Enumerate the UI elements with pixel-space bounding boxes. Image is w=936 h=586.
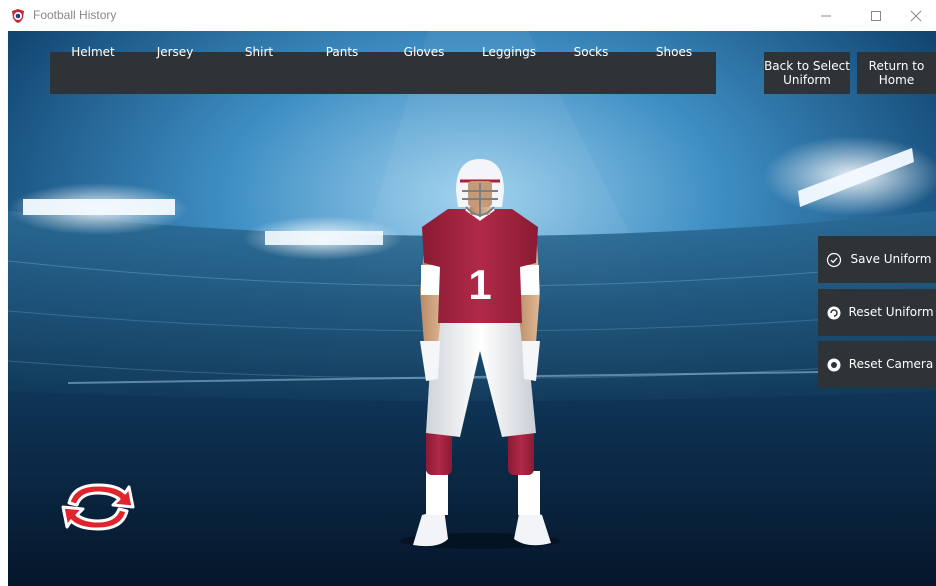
close-icon <box>910 10 922 22</box>
tab-leggings[interactable]: Leggings <box>468 31 550 73</box>
rotate-arrows-icon[interactable] <box>55 477 141 537</box>
reset-camera-button[interactable]: Reset Camera <box>818 341 936 388</box>
camera-reset-icon <box>827 358 841 372</box>
tab-socks[interactable]: Socks <box>550 31 632 73</box>
reset-camera-label: Reset Camera <box>848 357 934 371</box>
maximize-button[interactable] <box>856 0 896 31</box>
reset-uniform-button[interactable]: Reset Uniform <box>818 289 936 336</box>
uniform-viewport[interactable]: 1 Helmet Jersey Shirt Pants Gloves Leggi… <box>8 31 936 586</box>
back-to-select-uniform-button[interactable]: Back to Select Uniform <box>764 52 850 94</box>
tab-helmet[interactable]: Helmet <box>50 31 136 73</box>
save-uniform-button[interactable]: Save Uniform <box>818 236 936 283</box>
maximize-icon <box>871 11 881 21</box>
tab-shoes[interactable]: Shoes <box>632 31 716 73</box>
app-logo-icon <box>12 9 24 23</box>
tab-shirt[interactable]: Shirt <box>214 31 304 73</box>
tab-gloves[interactable]: Gloves <box>380 31 468 73</box>
minimize-icon <box>821 15 831 17</box>
minimize-button[interactable] <box>806 0 846 31</box>
home-button-label: Return to Home <box>868 59 925 87</box>
tab-jersey[interactable]: Jersey <box>136 31 214 73</box>
window-title: Football History <box>33 8 117 22</box>
jersey-number: 1 <box>468 261 491 308</box>
tab-pants[interactable]: Pants <box>304 31 380 73</box>
title-bar: Football History <box>0 0 936 31</box>
check-circle-icon <box>826 252 842 268</box>
stadium-scene: 1 <box>8 31 936 586</box>
return-to-home-button[interactable]: Return to Home <box>857 52 936 94</box>
close-button[interactable] <box>896 0 936 31</box>
save-uniform-label: Save Uniform <box>850 252 932 266</box>
reset-uniform-label: Reset Uniform <box>848 305 934 319</box>
back-button-label: Back to Select Uniform <box>764 59 850 87</box>
reset-icon <box>827 306 841 320</box>
